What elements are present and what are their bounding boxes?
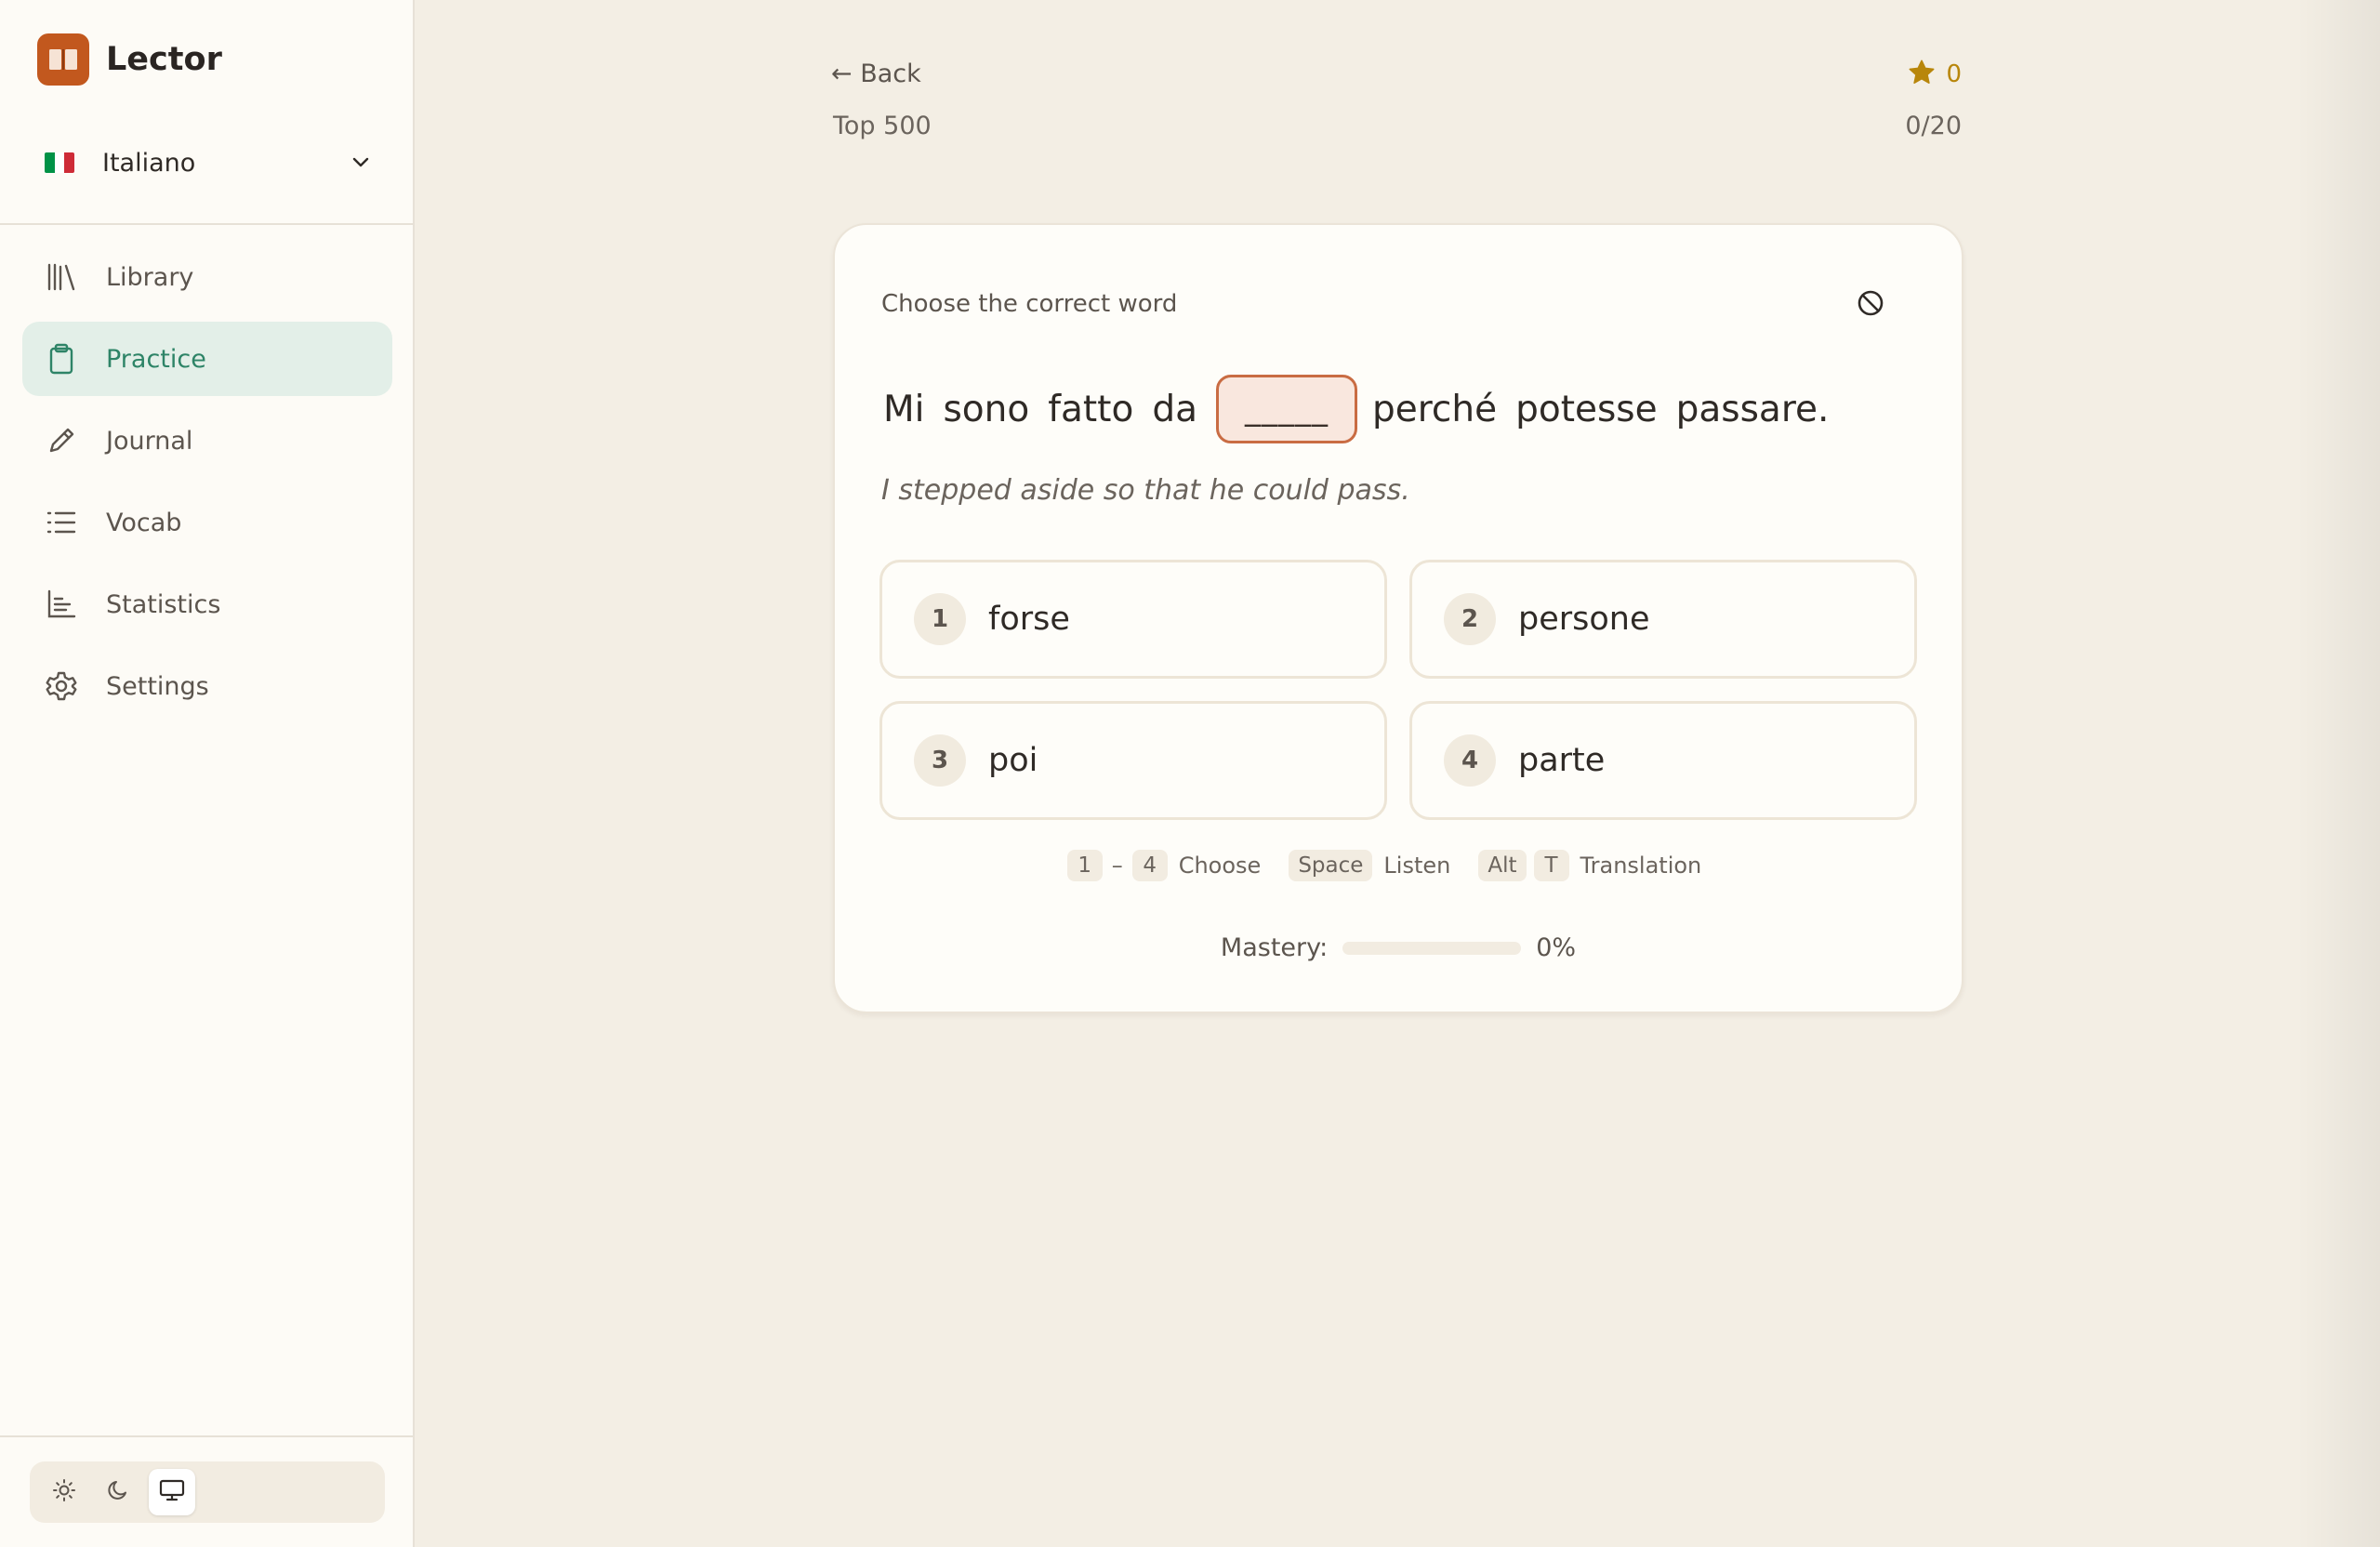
theme-system-button[interactable]: [149, 1469, 195, 1515]
monitor-icon: [159, 1478, 185, 1506]
shortcut-choose: 1 – 4 Choose: [1066, 850, 1273, 881]
kbd-key: 4: [1131, 850, 1168, 881]
option-number: 4: [1444, 734, 1496, 787]
moon-icon: [106, 1478, 130, 1506]
sentence-word: perché: [1371, 388, 1498, 430]
app-name: Lector: [106, 41, 222, 78]
exercise-prompt: Choose the correct word: [881, 290, 1178, 318]
answer-option-1[interactable]: 1 forse: [879, 560, 1387, 679]
option-number: 3: [914, 734, 966, 787]
score-value: 0: [1946, 60, 1962, 88]
mastery-value: 0%: [1536, 933, 1577, 962]
sidebar-item-label: Practice: [106, 344, 206, 374]
sidebar-item-label: Settings: [106, 671, 209, 701]
exercise-card: Choose the correct word Mi sono fatto da…: [833, 223, 1964, 1013]
clipboard-icon: [45, 342, 78, 376]
sentence-word: da: [1152, 388, 1197, 430]
theme-switcher: [30, 1461, 385, 1523]
sidebar-item-label: Library: [106, 262, 194, 292]
sidebar-item-settings[interactable]: Settings: [22, 649, 392, 723]
shortcut-dash: –: [1111, 853, 1123, 879]
sentence-word: sono: [943, 388, 1030, 430]
list-icon: [45, 506, 78, 539]
sentence-word: Mi: [883, 388, 925, 430]
shortcut-label: Translation: [1580, 853, 1702, 879]
sun-icon: [52, 1478, 76, 1506]
sidebar-item-practice[interactable]: Practice: [22, 322, 392, 396]
chevron-down-icon: [350, 151, 372, 177]
ban-icon: [1856, 288, 1885, 322]
sidebar: Lector Italiano Library Practice Journal…: [0, 0, 415, 1547]
progress-count: 0/20: [1905, 112, 1962, 140]
book-logo-icon: [37, 33, 89, 86]
library-icon: [45, 260, 78, 294]
deck-name: Top 500: [833, 112, 932, 140]
shortcut-label: Listen: [1383, 853, 1451, 879]
shortcut-label: Choose: [1178, 853, 1262, 879]
sidebar-divider: [0, 223, 413, 225]
answer-option-2[interactable]: 2 persone: [1409, 560, 1917, 679]
answer-blank: _____: [1215, 375, 1357, 443]
sidebar-bottom-divider: [0, 1435, 413, 1437]
star-icon: [1907, 58, 1937, 91]
option-label: poi: [988, 742, 1038, 779]
language-selector[interactable]: Italiano: [45, 139, 376, 186]
theme-dark-button[interactable]: [95, 1469, 141, 1515]
sentence-translation: I stepped aside so that he could pass.: [881, 474, 1410, 507]
pencil-icon: [45, 424, 78, 457]
back-link[interactable]: ← Back: [831, 60, 921, 88]
option-number: 2: [1444, 593, 1496, 645]
option-number: 1: [914, 593, 966, 645]
shortcut-listen: Space Listen: [1289, 850, 1461, 881]
gear-icon: [45, 669, 78, 703]
sentence-word: fatto: [1048, 388, 1134, 430]
shortcut-translation: Alt T Translation: [1478, 850, 1712, 881]
score-display: 0: [1907, 58, 1962, 91]
answer-option-3[interactable]: 3 poi: [879, 701, 1387, 820]
mastery-label: Mastery:: [1220, 933, 1329, 962]
italy-flag-icon: [45, 152, 74, 173]
mastery-progress-bar: [1342, 941, 1522, 955]
kbd-key: Space: [1289, 850, 1373, 881]
sidebar-item-statistics[interactable]: Statistics: [22, 567, 392, 641]
mastery-indicator: Mastery: 0%: [835, 933, 1962, 962]
sentence: Mi sono fatto da _____ perché potesse pa…: [883, 372, 1847, 446]
keyboard-shortcuts: 1 – 4 Choose Space Listen Alt T Translat…: [835, 850, 1962, 881]
brand[interactable]: Lector: [37, 33, 222, 86]
theme-light-button[interactable]: [41, 1469, 87, 1515]
kbd-key: Alt: [1478, 850, 1527, 881]
sidebar-item-vocab[interactable]: Vocab: [22, 485, 392, 560]
kbd-key: T: [1533, 850, 1569, 881]
answer-option-4[interactable]: 4 parte: [1409, 701, 1917, 820]
option-label: parte: [1518, 742, 1606, 779]
option-label: forse: [988, 601, 1070, 638]
kbd-key: 1: [1066, 850, 1103, 881]
sidebar-item-label: Vocab: [106, 508, 182, 537]
language-label: Italiano: [102, 148, 196, 178]
app-root: Lector Italiano Library Practice Journal…: [0, 0, 2380, 1547]
sentence-word: passare.: [1675, 388, 1830, 430]
sentence-word: potesse: [1515, 388, 1658, 430]
skip-button[interactable]: [1852, 286, 1889, 324]
sidebar-item-library[interactable]: Library: [22, 240, 392, 314]
bar-chart-icon: [45, 588, 78, 621]
sidebar-nav: Library Practice Journal Vocab Statistic…: [22, 240, 392, 731]
sidebar-item-journal[interactable]: Journal: [22, 403, 392, 478]
edge-shadow: [2296, 0, 2380, 1547]
sidebar-item-label: Journal: [106, 426, 193, 456]
option-label: persone: [1518, 601, 1650, 638]
sidebar-item-label: Statistics: [106, 589, 221, 619]
